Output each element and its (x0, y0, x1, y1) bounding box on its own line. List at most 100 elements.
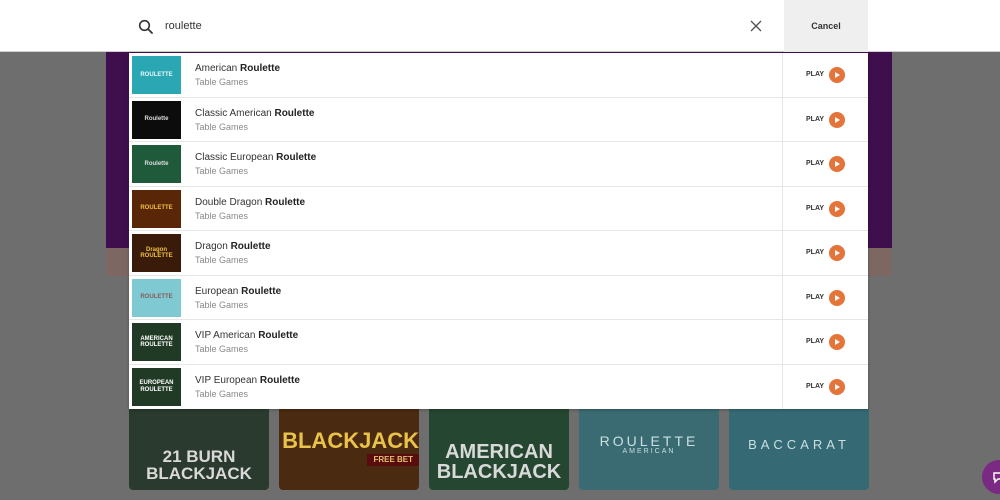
result-title-match: Roulette (258, 330, 299, 341)
result-info: Classic American Roulette Table Games (195, 108, 314, 133)
result-category: Table Games (195, 255, 249, 265)
game-tile-title: AMERICAN BLACKJACK (436, 441, 562, 483)
result-category: Table Games (195, 344, 249, 354)
result-title[interactable]: VIP American Roulette (195, 330, 298, 342)
search-result-row[interactable]: AMERICAN ROULETTE VIP American Roulette … (129, 320, 868, 365)
game-thumbnail[interactable]: ROULETTE (132, 189, 181, 228)
game-thumbnail[interactable]: Dragon ROULETTE (132, 234, 181, 272)
game-tile-american-blackjack[interactable]: AMERICAN BLACKJACK (429, 406, 569, 490)
play-icon[interactable] (829, 200, 845, 217)
game-tile-american-roulette[interactable]: ROULETTE AMERICAN (579, 406, 719, 490)
cancel-button[interactable]: Cancel (784, 0, 868, 52)
search-bar: Cancel (0, 0, 1000, 52)
game-tile-subtitle: AMERICAN (622, 447, 676, 455)
result-title-match: Roulette (230, 241, 271, 252)
game-thumbnail-text: Roulette (144, 116, 169, 123)
game-thumbnail[interactable]: ROULETTE (132, 56, 181, 94)
game-thumbnail[interactable]: Roulette (132, 100, 181, 139)
result-category: Table Games (195, 299, 249, 310)
result-info: European Roulette Table Games (195, 286, 281, 311)
play-cell: PLAY (782, 275, 868, 319)
play-cell: PLAY (782, 53, 868, 97)
result-info: Classic European Roulette Table Games (195, 152, 316, 177)
result-category: Table Games (195, 388, 249, 399)
play-cell: PLAY (782, 231, 868, 275)
search-result-row[interactable]: ROULETTE Double Dragon Roulette Table Ga… (129, 186, 868, 231)
game-thumbnail[interactable]: ROULETTE (132, 278, 181, 317)
play-label[interactable]: PLAY (806, 116, 824, 123)
play-icon[interactable] (829, 67, 845, 83)
result-title[interactable]: Classic American Roulette (195, 108, 314, 120)
play-cell: PLAY (782, 142, 868, 186)
close-icon[interactable] (749, 19, 763, 33)
game-thumbnail-text: Dragon ROULETTE (140, 246, 173, 259)
play-icon[interactable] (829, 378, 845, 395)
play-icon[interactable] (829, 111, 845, 128)
result-category: Table Games (195, 121, 249, 132)
result-title-match: Roulette (259, 374, 300, 386)
play-label[interactable]: PLAY (806, 294, 824, 301)
search-result-row[interactable]: Roulette Classic European Roulette Table… (129, 142, 868, 187)
play-icon[interactable] (829, 334, 845, 350)
search-result-row[interactable]: ROULETTE European Roulette Table Games P… (129, 275, 868, 320)
game-thumbnail-text: Roulette (144, 160, 169, 167)
play-label[interactable]: PLAY (806, 205, 824, 212)
result-info: VIP European Roulette Table Games (195, 375, 300, 400)
result-info: American Roulette Table Games (195, 63, 280, 88)
result-title[interactable]: Classic European Roulette (195, 152, 316, 164)
result-title[interactable]: VIP European Roulette (195, 375, 300, 387)
play-label[interactable]: PLAY (806, 249, 824, 256)
game-thumbnail-text: ROULETTE (140, 294, 173, 301)
result-title-prefix: Dragon (195, 241, 231, 252)
result-info: VIP American Roulette Table Games (195, 330, 298, 355)
search-input[interactable] (165, 14, 725, 38)
search-result-row[interactable]: EUROPEAN ROULETTE VIP European Roulette … (129, 364, 868, 409)
result-title-prefix: Classic European (195, 152, 277, 163)
result-info: Dragon Roulette Table Games (195, 241, 271, 266)
game-tile-baccarat[interactable]: BACCARAT (729, 406, 869, 490)
game-tile-blackjack-free-bet[interactable]: BLACKJACK FREE BET (279, 406, 419, 490)
game-thumbnail[interactable]: AMERICAN ROULETTE (132, 323, 181, 361)
game-thumbnail[interactable]: EUROPEAN ROULETTE (132, 367, 181, 406)
game-tile-title: 21 BURN BLACKJACK (146, 447, 252, 483)
result-title-prefix: Classic American (195, 107, 275, 119)
search-result-row[interactable]: ROULETTE American Roulette Table Games P… (129, 53, 868, 98)
play-cell: PLAY (782, 97, 868, 141)
play-icon[interactable] (829, 245, 845, 261)
result-title-prefix: American (195, 63, 241, 74)
play-cell: PLAY (782, 320, 868, 364)
play-label[interactable]: PLAY (806, 383, 824, 390)
result-title-match: Roulette (265, 196, 306, 208)
play-cell: PLAY (782, 364, 868, 409)
game-thumbnail-text: ROULETTE (140, 205, 173, 212)
play-icon[interactable] (829, 289, 845, 306)
result-title-prefix: VIP European (195, 374, 260, 386)
result-title[interactable]: Dragon Roulette (195, 241, 271, 253)
game-tile-21-burn-blackjack[interactable]: 21 BURN BLACKJACK (129, 406, 269, 490)
game-thumbnail[interactable]: Roulette (132, 145, 181, 183)
game-thumbnail-text: ROULETTE (140, 71, 173, 78)
play-label[interactable]: PLAY (806, 338, 824, 345)
search-result-row[interactable]: Roulette Classic American Roulette Table… (129, 97, 868, 142)
result-title-match: Roulette (241, 285, 282, 297)
play-label[interactable]: PLAY (806, 71, 824, 78)
result-category: Table Games (195, 210, 249, 221)
result-title-prefix: European (195, 285, 242, 297)
game-tile-title: ROULETTE (599, 432, 699, 449)
play-label[interactable]: PLAY (806, 160, 824, 167)
game-tile-subtitle: FREE BET (367, 454, 419, 466)
search-results: ROULETTE American Roulette Table Games P… (129, 53, 868, 409)
result-title[interactable]: Double Dragon Roulette (195, 197, 305, 209)
result-title[interactable]: European Roulette (195, 286, 281, 298)
result-category: Table Games (195, 77, 249, 87)
result-title[interactable]: American Roulette (195, 63, 280, 75)
game-thumbnail-text: AMERICAN ROULETTE (140, 335, 173, 348)
result-title-prefix: Double Dragon (195, 196, 266, 208)
search-result-row[interactable]: Dragon ROULETTE Dragon Roulette Table Ga… (129, 231, 868, 276)
play-cell: PLAY (782, 186, 868, 230)
play-icon[interactable] (829, 156, 845, 172)
result-title-prefix: VIP American (195, 330, 259, 341)
result-title-match: Roulette (240, 63, 281, 74)
game-tile-title: BLACKJACK (282, 428, 419, 453)
result-category: Table Games (195, 166, 249, 176)
